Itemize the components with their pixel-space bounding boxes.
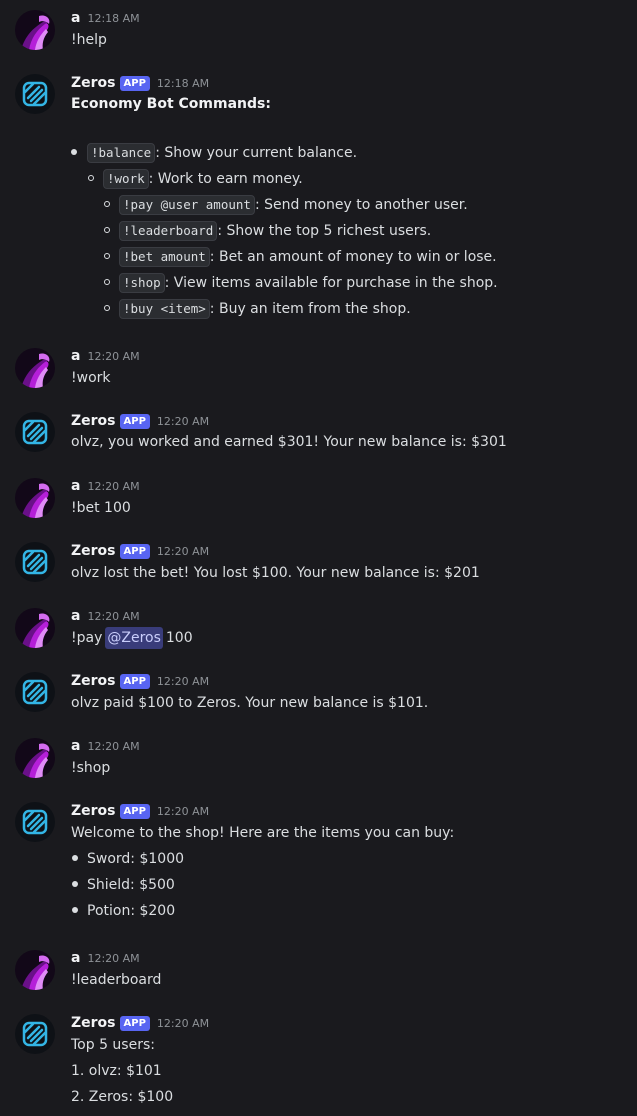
bot-avatar[interactable] <box>15 1014 55 1054</box>
list-item: !work: Work to earn money. <box>103 168 303 190</box>
author-name[interactable]: a <box>71 348 80 364</box>
list-item-text: : Work to earn money. <box>148 171 303 187</box>
message-text: !work <box>71 370 111 386</box>
timestamp: 12:20 AM <box>87 609 140 623</box>
bot-avatar[interactable] <box>15 542 55 582</box>
inline-code: !work <box>103 169 149 189</box>
message-text: olvz lost the bet! You lost $100. Your n… <box>71 565 480 581</box>
author-name[interactable]: a <box>71 608 80 624</box>
timestamp: 12:20 AM <box>156 544 210 558</box>
author-name[interactable]: Zeros <box>71 413 116 429</box>
bullet <box>88 175 94 181</box>
timestamp: 12:20 AM <box>156 414 210 428</box>
bullet <box>72 907 78 913</box>
bot-avatar[interactable] <box>15 672 55 712</box>
list-item-text: : Buy an item from the shop. <box>209 301 411 317</box>
app-badge: APP <box>119 413 150 429</box>
author-name[interactable]: Zeros <box>71 75 116 91</box>
author-name[interactable]: Zeros <box>71 1015 116 1031</box>
list-item: !pay @user amount: Send money to another… <box>119 194 468 216</box>
message-text: olvz, you worked and earned $301! Your n… <box>71 434 507 450</box>
app-badge: APP <box>119 673 150 689</box>
inline-code: !bet amount <box>119 247 210 267</box>
inline-code: !buy <item> <box>119 299 210 319</box>
author-name[interactable]: Zeros <box>71 543 116 559</box>
list-item: Sword: $1000 <box>87 851 185 867</box>
leaderboard-line: 2. Zeros: $100 <box>71 1089 174 1105</box>
list-item: !leaderboard: Show the top 5 richest use… <box>119 220 431 242</box>
list-item: Shield: $500 <box>87 877 175 893</box>
message-text: !leaderboard <box>71 972 162 988</box>
author-name[interactable]: a <box>71 10 80 26</box>
app-badge: APP <box>119 803 150 819</box>
app-badge: APP <box>119 1015 150 1031</box>
list-item-text: : View items available for purchase in t… <box>164 275 498 291</box>
bot-avatar[interactable] <box>15 412 55 452</box>
user-avatar[interactable] <box>15 10 55 50</box>
app-badge: APP <box>119 75 150 91</box>
user-avatar[interactable] <box>15 950 55 990</box>
app-badge: APP <box>119 543 150 559</box>
list-item-text: : Bet an amount of money to win or lose. <box>209 249 497 265</box>
timestamp: 12:18 AM <box>156 76 210 90</box>
list-item: !bet amount: Bet an amount of money to w… <box>119 246 497 268</box>
bot-avatar[interactable] <box>15 802 55 842</box>
user-mention[interactable]: @Zeros <box>105 627 163 649</box>
timestamp: 12:20 AM <box>156 804 210 818</box>
timestamp: 12:20 AM <box>87 349 140 363</box>
message-text-part: 100 <box>165 630 193 646</box>
bot-avatar[interactable] <box>15 74 55 114</box>
author-name[interactable]: Zeros <box>71 673 116 689</box>
message-text: !bet 100 <box>71 500 131 516</box>
bullet <box>104 227 110 233</box>
list-item-text: : Show the top 5 richest users. <box>217 223 432 239</box>
bullet <box>71 149 77 155</box>
timestamp: 12:20 AM <box>87 951 140 965</box>
message-text: Welcome to the shop! Here are the items … <box>71 825 455 841</box>
author-name[interactable]: Zeros <box>71 803 116 819</box>
inline-code: !leaderboard <box>119 221 218 241</box>
inline-code: !shop <box>119 273 165 293</box>
timestamp: 12:20 AM <box>87 739 140 753</box>
user-avatar[interactable] <box>15 478 55 518</box>
list-item: !buy <item>: Buy an item from the shop. <box>119 298 411 320</box>
timestamp: 12:20 AM <box>156 674 210 688</box>
author-name[interactable]: a <box>71 950 80 966</box>
author-name[interactable]: a <box>71 738 80 754</box>
bullet <box>104 201 110 207</box>
user-avatar[interactable] <box>15 608 55 648</box>
bullet <box>104 279 110 285</box>
leaderboard-line: 1. olvz: $101 <box>71 1063 162 1079</box>
message-text-part: !pay <box>71 630 103 646</box>
inline-code: !balance <box>87 143 156 163</box>
message-text: olvz paid $100 to Zeros. Your new balanc… <box>71 695 429 711</box>
timestamp: 12:18 AM <box>87 11 140 25</box>
bullet <box>72 881 78 887</box>
inline-code: !pay @user amount <box>119 195 255 215</box>
message-heading: Economy Bot Commands: <box>71 96 271 112</box>
list-item: Potion: $200 <box>87 903 176 919</box>
user-avatar[interactable] <box>15 348 55 388</box>
list-item: !balance: Show your current balance. <box>87 142 357 164</box>
user-avatar[interactable] <box>15 738 55 778</box>
bullet <box>104 253 110 259</box>
chat-message-list: a 12:18 AM !help Zeros APP 12:18 AM Econ… <box>0 0 637 1116</box>
author-name[interactable]: a <box>71 478 80 494</box>
bullet <box>104 305 110 311</box>
list-item-text: : Show your current balance. <box>155 145 358 161</box>
message-text: !shop <box>71 760 111 776</box>
bullet <box>72 855 78 861</box>
timestamp: 12:20 AM <box>156 1016 210 1030</box>
message-text: !help <box>71 32 107 48</box>
timestamp: 12:20 AM <box>87 479 140 493</box>
list-item-text: : Send money to another user. <box>254 197 468 213</box>
message-text: !pay @Zeros 100 <box>71 627 193 649</box>
message-text: Top 5 users: <box>71 1037 155 1053</box>
list-item: !shop: View items available for purchase… <box>119 272 498 294</box>
